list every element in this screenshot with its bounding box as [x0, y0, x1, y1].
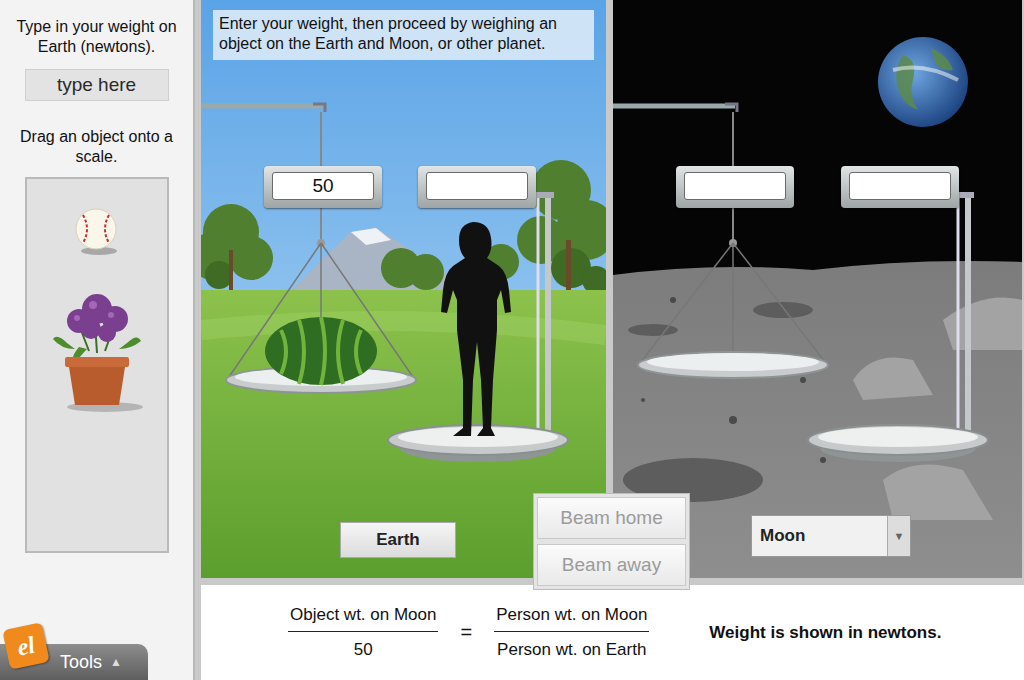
planet-select-value[interactable]: Moon: [752, 516, 887, 556]
equals-sign: =: [460, 621, 472, 644]
flower-pot-icon[interactable]: [49, 283, 145, 413]
beam-button[interactable]: Beam away: [537, 544, 686, 586]
moon-platform-readout-value: [849, 172, 951, 200]
earth-globe-icon: [878, 37, 968, 127]
dropdown-arrow-icon[interactable]: ▼: [887, 516, 910, 556]
beam-button[interactable]: Beam home: [537, 497, 686, 539]
scenes: Enter your weight, then proceed by weigh…: [201, 0, 1024, 578]
drag-prompt: Drag an object onto a scale.: [0, 127, 193, 167]
beam-button-label[interactable]: Beam away: [562, 554, 661, 576]
earth-label: Earth: [340, 522, 456, 558]
earth-panel: Enter your weight, then proceed by weigh…: [201, 0, 606, 578]
planet-select[interactable]: Moon▼: [751, 515, 911, 557]
moon-platform-readout: [841, 166, 959, 208]
weight-prompt: Type in your weight on Earth (newtons).: [0, 17, 193, 57]
logo[interactable]: el: [2, 622, 49, 669]
earth-pan-readout-value: 50: [272, 172, 374, 200]
beam-buttons: Beam home Beam away: [533, 493, 690, 590]
watermelon-icon[interactable]: [265, 317, 377, 385]
fraction-denominator: 50: [354, 632, 373, 660]
fraction-numerator: Object wt. on Moon: [288, 605, 438, 632]
object-fraction: Object wt. on Moon50: [288, 605, 438, 660]
units-note: Weight is shown in newtons.: [709, 623, 941, 643]
earth-platform-readout-value: [426, 172, 528, 200]
earth-platform-readout: [418, 166, 536, 208]
earth-pan-readout: 50: [264, 166, 382, 208]
weight-input[interactable]: [25, 69, 169, 101]
fraction-denominator: Person wt. on Earth: [497, 632, 646, 660]
moon-pan-readout-value: [684, 172, 786, 200]
main-area: Enter your weight, then proceed by weigh…: [195, 0, 1024, 680]
beam-button-label[interactable]: Beam home: [560, 507, 662, 529]
object-tray: [25, 177, 169, 553]
moon-scene: [613, 0, 1022, 578]
person-icon[interactable]: [441, 222, 511, 436]
moon-pan-readout: [676, 166, 794, 208]
instruction: Enter your weight, then proceed by weigh…: [213, 10, 594, 60]
tools-arrow-icon[interactable]: ▲: [110, 655, 122, 669]
earth-scene: [201, 0, 606, 578]
sidebar: Type in your weight on Earth (newtons). D…: [0, 0, 195, 680]
formula-bar: Object wt. on Moon50 = Person wt. on MoonP…: [201, 585, 1024, 680]
person-fraction: Person wt. on MoonPerson wt. on Earth: [494, 605, 649, 660]
fraction-numerator: Person wt. on Moon: [494, 605, 649, 632]
moon-panel: Moon▼: [613, 0, 1022, 578]
baseball-icon[interactable]: [72, 207, 122, 257]
tools-label[interactable]: Tools: [60, 652, 102, 673]
